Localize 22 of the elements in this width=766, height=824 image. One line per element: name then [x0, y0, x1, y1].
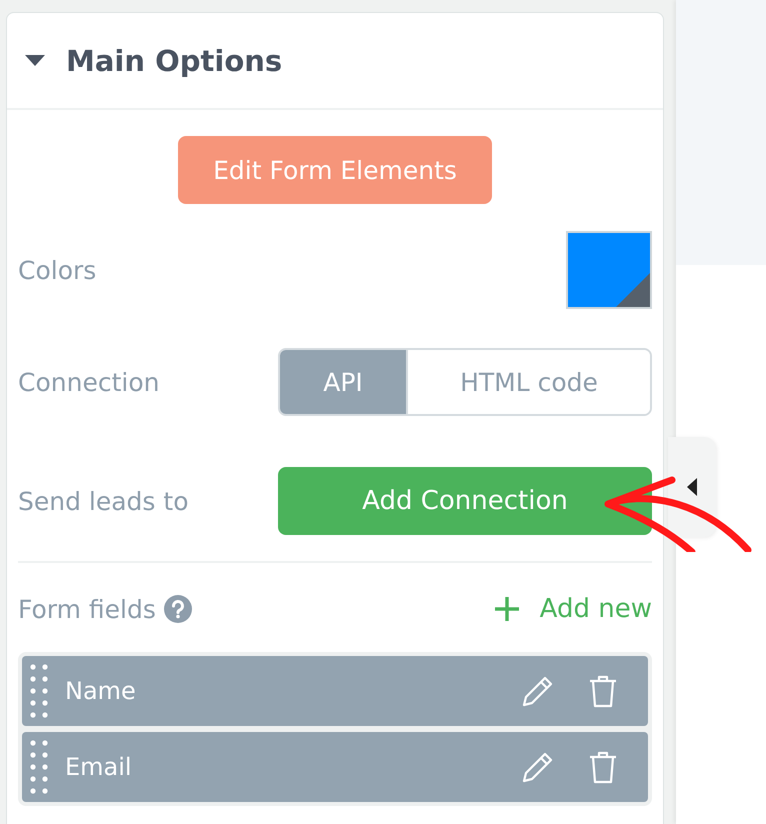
- field-row[interactable]: Email: [22, 732, 648, 802]
- field-row[interactable]: Name: [22, 656, 648, 726]
- pencil-icon[interactable]: [521, 750, 555, 784]
- send-leads-label: Send leads to: [18, 486, 188, 516]
- caret-icon: [687, 478, 697, 496]
- trash-icon[interactable]: [588, 674, 618, 708]
- help-icon[interactable]: [164, 595, 192, 623]
- connection-option[interactable]: API: [280, 350, 408, 414]
- form-fields-label: Form fields: [18, 594, 156, 624]
- trash-icon[interactable]: [588, 750, 618, 784]
- field-name: Email: [65, 753, 133, 781]
- connection-label: Connection: [18, 368, 160, 396]
- field-name: Name: [65, 677, 137, 705]
- edit-form-button[interactable]: Edit Form Elements: [178, 136, 492, 204]
- colors-label: Colors: [18, 256, 96, 284]
- caret-icon[interactable]: [25, 54, 45, 66]
- plus-icon: [494, 596, 520, 622]
- add-new-button[interactable]: Add new: [494, 594, 652, 624]
- color-swatch[interactable]: [566, 231, 652, 309]
- add-connection-button[interactable]: Add Connection: [278, 467, 652, 535]
- pencil-icon[interactable]: [521, 674, 555, 708]
- panel-title: Main Options: [66, 44, 282, 78]
